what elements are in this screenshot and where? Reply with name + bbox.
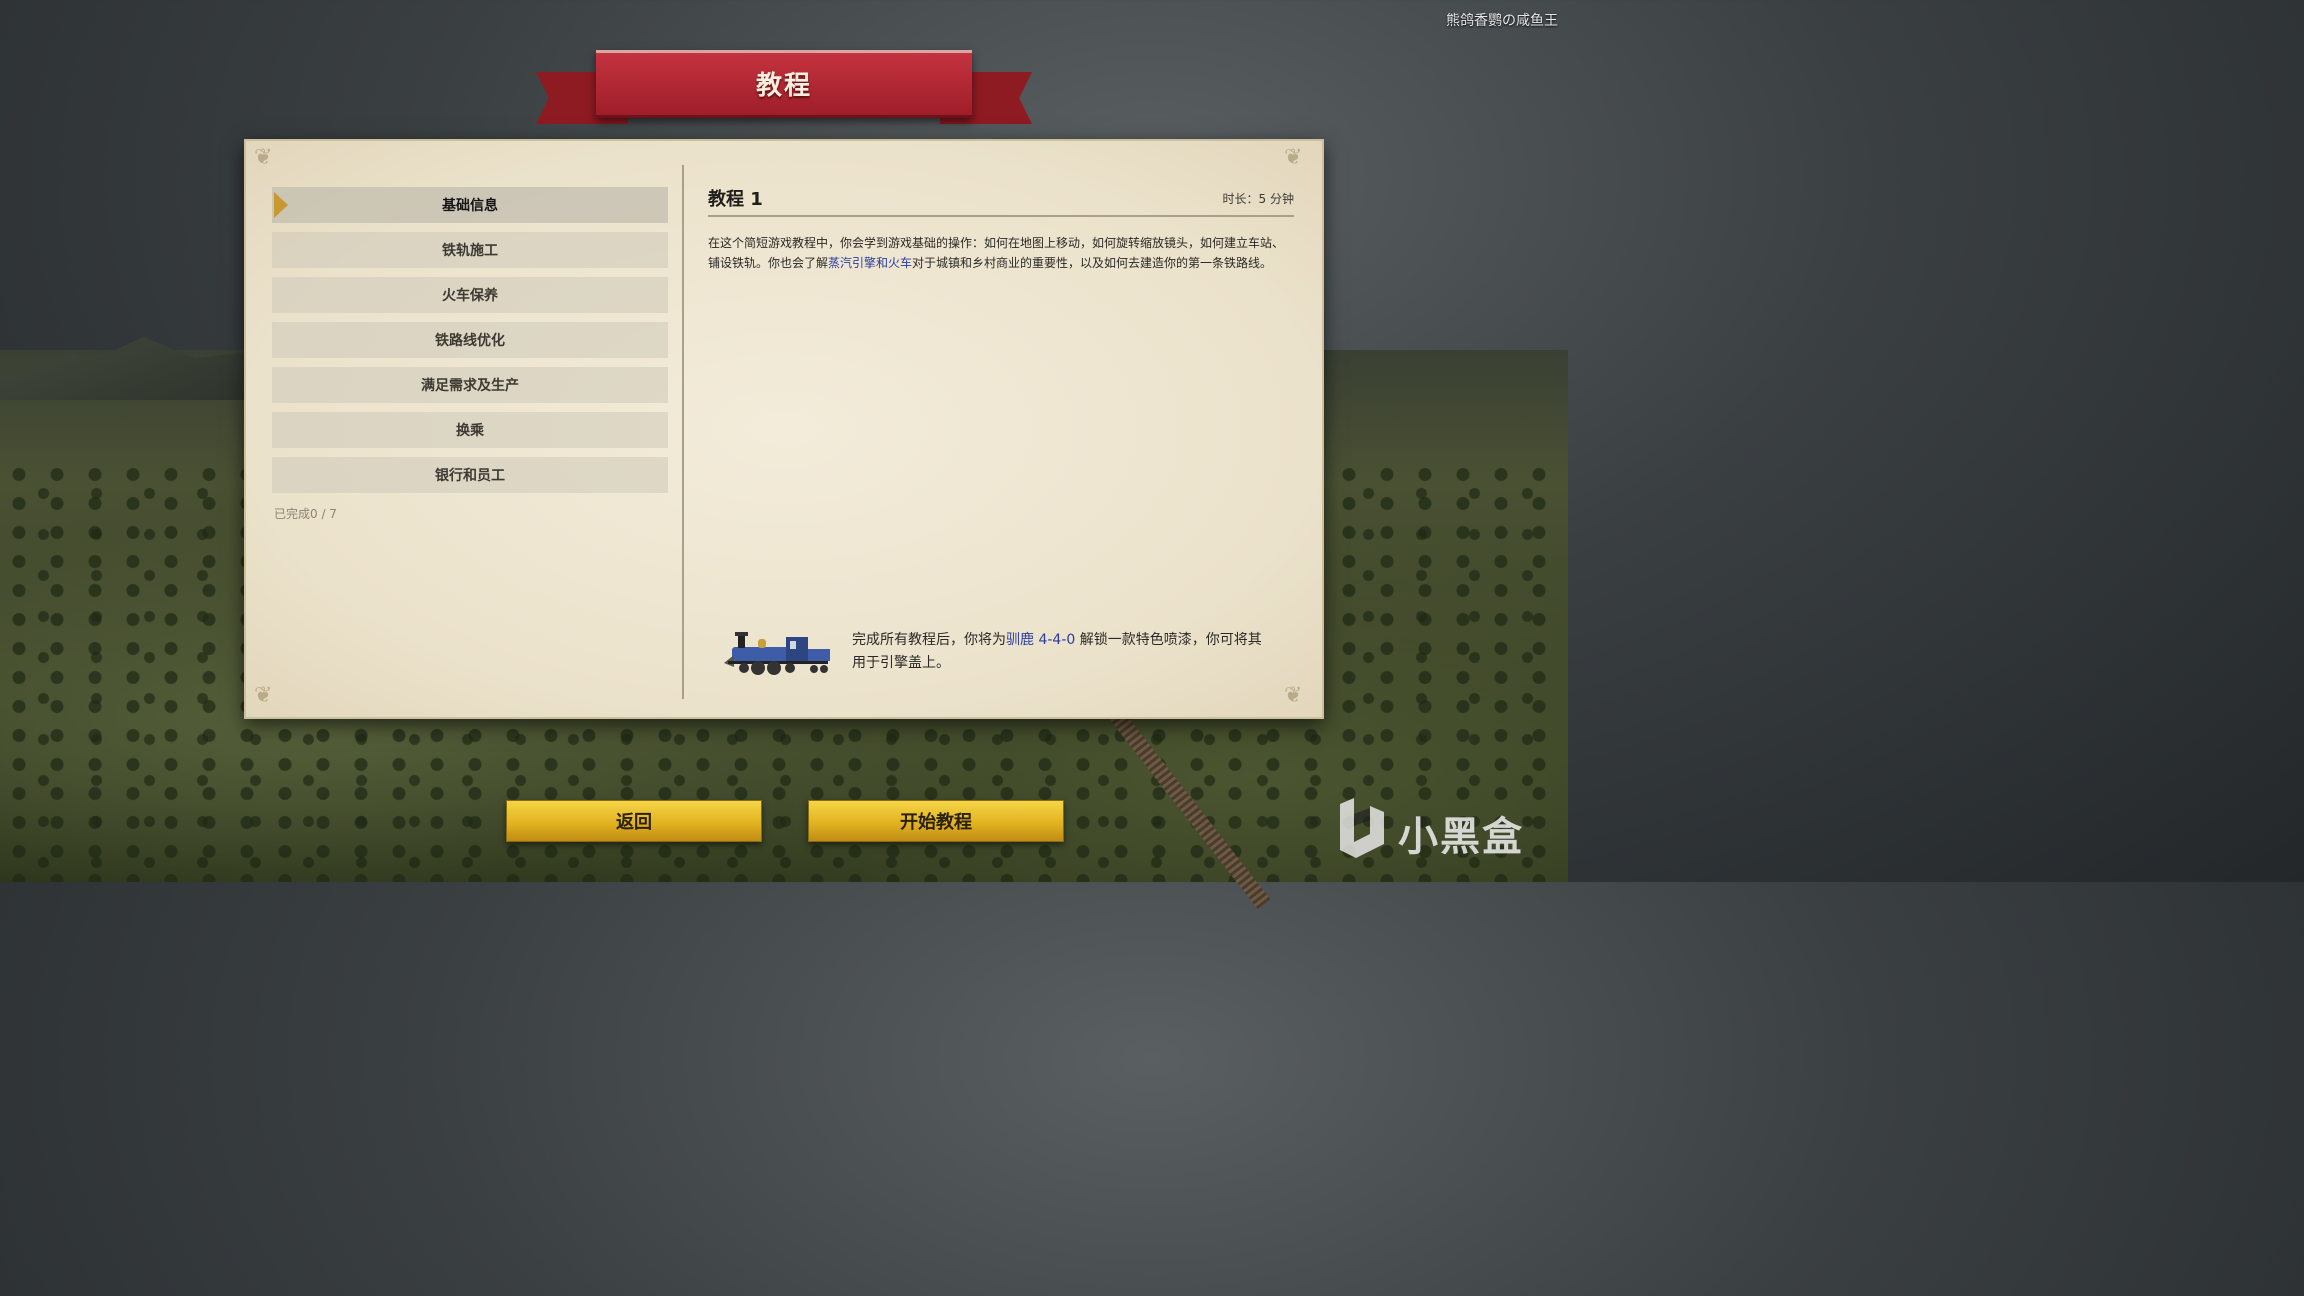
- duration-label: 时长：5 分钟: [1222, 192, 1294, 206]
- tutorial-item-track-construction[interactable]: 铁轨施工: [272, 232, 668, 268]
- tutorial-item-train-maintenance[interactable]: 火车保养: [272, 277, 668, 313]
- tutorial-item-line-optimization[interactable]: 铁路线优化: [272, 322, 668, 358]
- tutorial-panel: ❦ ❦ ❦ ❦ 基础信息 铁轨施工 火车保养 铁路线优化 满足需求及生产 换乘 …: [244, 139, 1324, 719]
- title-ribbon: 教程: [536, 50, 1032, 130]
- corner-ornament-icon: ❦: [254, 145, 273, 170]
- tutorial-detail: 教程 1 时长：5 分钟 在这个简短游戏教程中，你会学到游戏基础的操作：如何在地…: [708, 185, 1294, 273]
- back-button[interactable]: 返回: [506, 800, 762, 842]
- locomotive-link[interactable]: 驯鹿 4-4-0: [1006, 632, 1075, 648]
- corner-ornament-icon: ❦: [254, 683, 273, 708]
- ribbon-banner: 教程: [596, 50, 972, 118]
- tutorial-item-basics[interactable]: 基础信息: [272, 187, 668, 223]
- page-title: 教程: [755, 71, 812, 101]
- tutorial-list: 基础信息 铁轨施工 火车保养 铁路线优化 满足需求及生产 换乘 银行和员工: [272, 187, 668, 502]
- tutorial-item-label: 满足需求及生产: [421, 378, 519, 394]
- detail-header: 教程 1 时长：5 分钟: [708, 185, 1294, 217]
- reward-section: 完成所有教程后，你将为驯鹿 4-4-0 解锁一款特色喷漆，你可将其用于引擎盖上。: [724, 625, 1284, 685]
- tutorial-item-label: 火车保养: [442, 288, 498, 304]
- tutorial-item-label: 基础信息: [442, 198, 498, 214]
- tutorial-item-demand-production[interactable]: 满足需求及生产: [272, 367, 668, 403]
- selected-arrow-icon: [274, 192, 288, 218]
- start-tutorial-button[interactable]: 开始教程: [808, 800, 1064, 842]
- steam-engine-link[interactable]: 蒸汽引擎和火车: [828, 256, 912, 270]
- brand-watermark: 小黑盒: [1334, 796, 1534, 860]
- locomotive-icon: [724, 632, 830, 675]
- tutorial-item-label: 铁轨施工: [442, 243, 498, 259]
- description-text: 对于城镇和乡村商业的重要性，以及如何去建造你的第一条铁路线。: [912, 256, 1273, 270]
- tutorial-item-label: 换乘: [456, 423, 484, 439]
- completion-progress: 已完成0 / 7: [274, 507, 337, 521]
- reward-text-part: 完成所有教程后，你将为: [852, 632, 1006, 648]
- tutorial-item-transfer[interactable]: 换乘: [272, 412, 668, 448]
- brand-name: 小黑盒: [1398, 814, 1524, 860]
- detail-title: 教程 1: [708, 189, 763, 210]
- detail-description: 在这个简短游戏教程中，你会学到游戏基础的操作：如何在地图上移动，如何旋转缩放镜头…: [708, 233, 1294, 273]
- watermark-username: 熊鸽香鹦の咸鱼王: [1446, 13, 1558, 29]
- corner-ornament-icon: ❦: [1284, 145, 1303, 170]
- background-mountains: [0, 337, 260, 400]
- reward-text: 完成所有教程后，你将为驯鹿 4-4-0 解锁一款特色喷漆，你可将其用于引擎盖上。: [852, 629, 1272, 675]
- tutorial-item-label: 银行和员工: [435, 468, 505, 484]
- panel-divider: [682, 165, 684, 699]
- tutorial-item-label: 铁路线优化: [435, 333, 505, 349]
- brand-logo-icon: [1340, 798, 1384, 858]
- corner-ornament-icon: ❦: [1284, 683, 1303, 708]
- tutorial-item-bank-staff[interactable]: 银行和员工: [272, 457, 668, 493]
